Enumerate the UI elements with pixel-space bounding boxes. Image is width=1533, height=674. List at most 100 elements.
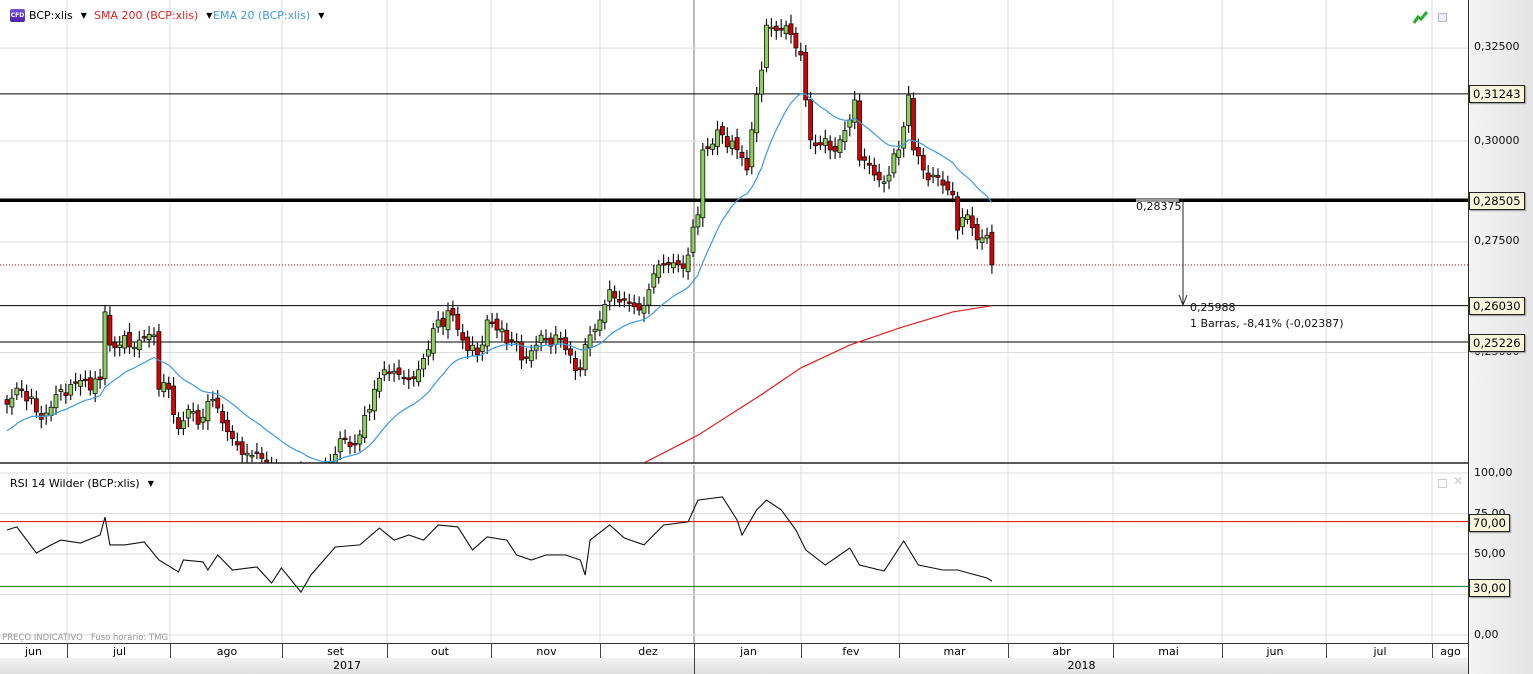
candle	[558, 331, 564, 348]
candle	[58, 384, 64, 401]
maximize-pane-icon[interactable]	[1438, 13, 1447, 22]
candle	[827, 135, 833, 160]
green-line-chart-icon[interactable]	[1413, 10, 1429, 24]
price-chart-pane[interactable]	[0, 0, 1468, 464]
candle-body-up	[607, 289, 613, 302]
candle-body-down	[871, 164, 877, 176]
candle	[538, 330, 544, 352]
candle	[430, 322, 436, 361]
candle-body-down	[935, 175, 941, 178]
rsi-pane[interactable]	[0, 465, 1468, 643]
candle	[984, 227, 990, 244]
chevron-down-icon[interactable]: ▼	[148, 479, 154, 488]
candle	[945, 175, 951, 196]
candle-body-down	[675, 260, 681, 266]
candle	[553, 326, 559, 354]
level-label[interactable]: 0,28505	[1469, 192, 1525, 210]
candle-body-down	[83, 378, 88, 382]
candle	[391, 363, 397, 382]
level-label[interactable]: 0,25226	[1469, 334, 1525, 352]
candle-body-up	[715, 129, 720, 147]
candle-body-down	[234, 441, 240, 446]
candle	[14, 382, 20, 401]
month-label: fev	[801, 644, 900, 659]
candle	[729, 135, 735, 156]
candle	[48, 400, 54, 422]
candle-body-up	[470, 344, 475, 352]
month-label: jan	[694, 644, 802, 659]
rsi-level-label[interactable]: 30,00	[1469, 579, 1510, 597]
candle	[234, 432, 240, 451]
symbol-legend[interactable]: CFD BCP:xlis ▼	[10, 9, 87, 22]
candle	[798, 42, 804, 62]
candle-body-down	[631, 302, 637, 308]
candle	[612, 285, 617, 307]
candle-body-up	[357, 434, 363, 445]
candle	[969, 206, 975, 236]
candle-body-up	[53, 394, 59, 409]
candle-body-down	[661, 263, 666, 266]
rsi-legend[interactable]: RSI 14 Wilder (BCP:xlis) ▼	[10, 477, 154, 490]
candle-body-down	[778, 27, 784, 31]
measurement-tool[interactable]	[1136, 199, 1188, 307]
maximize-pane-icon[interactable]	[1438, 479, 1447, 488]
candle-body-up	[376, 377, 382, 392]
rsi-tick: 100,00	[1474, 466, 1513, 479]
rsi-level-label[interactable]: 70,00	[1469, 514, 1510, 532]
candle	[837, 135, 843, 158]
candle	[764, 18, 769, 73]
month-label: mar	[899, 644, 1009, 659]
sma-200-line	[643, 305, 992, 463]
candle-body-up	[151, 334, 157, 337]
candle-body-up	[783, 25, 789, 34]
candle-body-up	[690, 226, 696, 253]
rsi-line	[6, 496, 993, 594]
candle-body-down	[509, 339, 515, 342]
chevron-down-icon[interactable]: ▼	[206, 11, 212, 20]
candle	[131, 341, 137, 357]
candle-body-down	[803, 51, 809, 101]
candle-body-down	[24, 391, 30, 402]
candle	[724, 127, 730, 154]
candle-body-up	[754, 94, 760, 134]
candle-body-up	[117, 344, 123, 348]
candle	[479, 335, 485, 361]
candle-body-up	[185, 409, 191, 419]
candle	[582, 337, 588, 377]
candle-body-up	[372, 388, 377, 412]
candle-body-up	[249, 455, 255, 458]
candle	[778, 19, 784, 38]
candle	[445, 302, 451, 339]
candle	[362, 406, 368, 444]
candle-body-down	[955, 196, 960, 231]
candle	[161, 374, 167, 398]
chevron-down-icon[interactable]: ▼	[81, 11, 87, 20]
candle-body-down	[573, 357, 578, 372]
candle	[122, 330, 127, 354]
candle	[411, 370, 417, 387]
candle	[146, 326, 152, 348]
sma-legend[interactable]: SMA 200 (BCP:xlis) ▼	[94, 9, 212, 22]
candle-body-down	[950, 190, 956, 196]
candle	[965, 209, 970, 225]
level-label[interactable]: 0,31243	[1469, 85, 1525, 103]
candle-body-up	[960, 217, 965, 228]
chevron-down-icon[interactable]: ▼	[318, 11, 324, 20]
candle	[347, 435, 353, 455]
month-label: ago	[1432, 644, 1468, 659]
candle-body-down	[705, 146, 711, 150]
candle-body-down	[455, 313, 461, 330]
candle-body-down	[563, 337, 568, 351]
candle	[136, 331, 142, 358]
candle	[568, 341, 573, 364]
ema-legend[interactable]: EMA 20 (BCP:xlis) ▼	[213, 9, 324, 22]
candle	[421, 353, 426, 378]
candle-body-down	[876, 171, 882, 181]
level-label[interactable]: 0,26030	[1469, 297, 1525, 315]
close-pane-icon[interactable]: ✕	[1453, 474, 1463, 488]
candle	[220, 404, 226, 432]
candle-body-up	[484, 319, 490, 347]
month-label: abr	[1008, 644, 1114, 659]
candle-body-down	[97, 376, 103, 381]
candle	[4, 394, 10, 414]
